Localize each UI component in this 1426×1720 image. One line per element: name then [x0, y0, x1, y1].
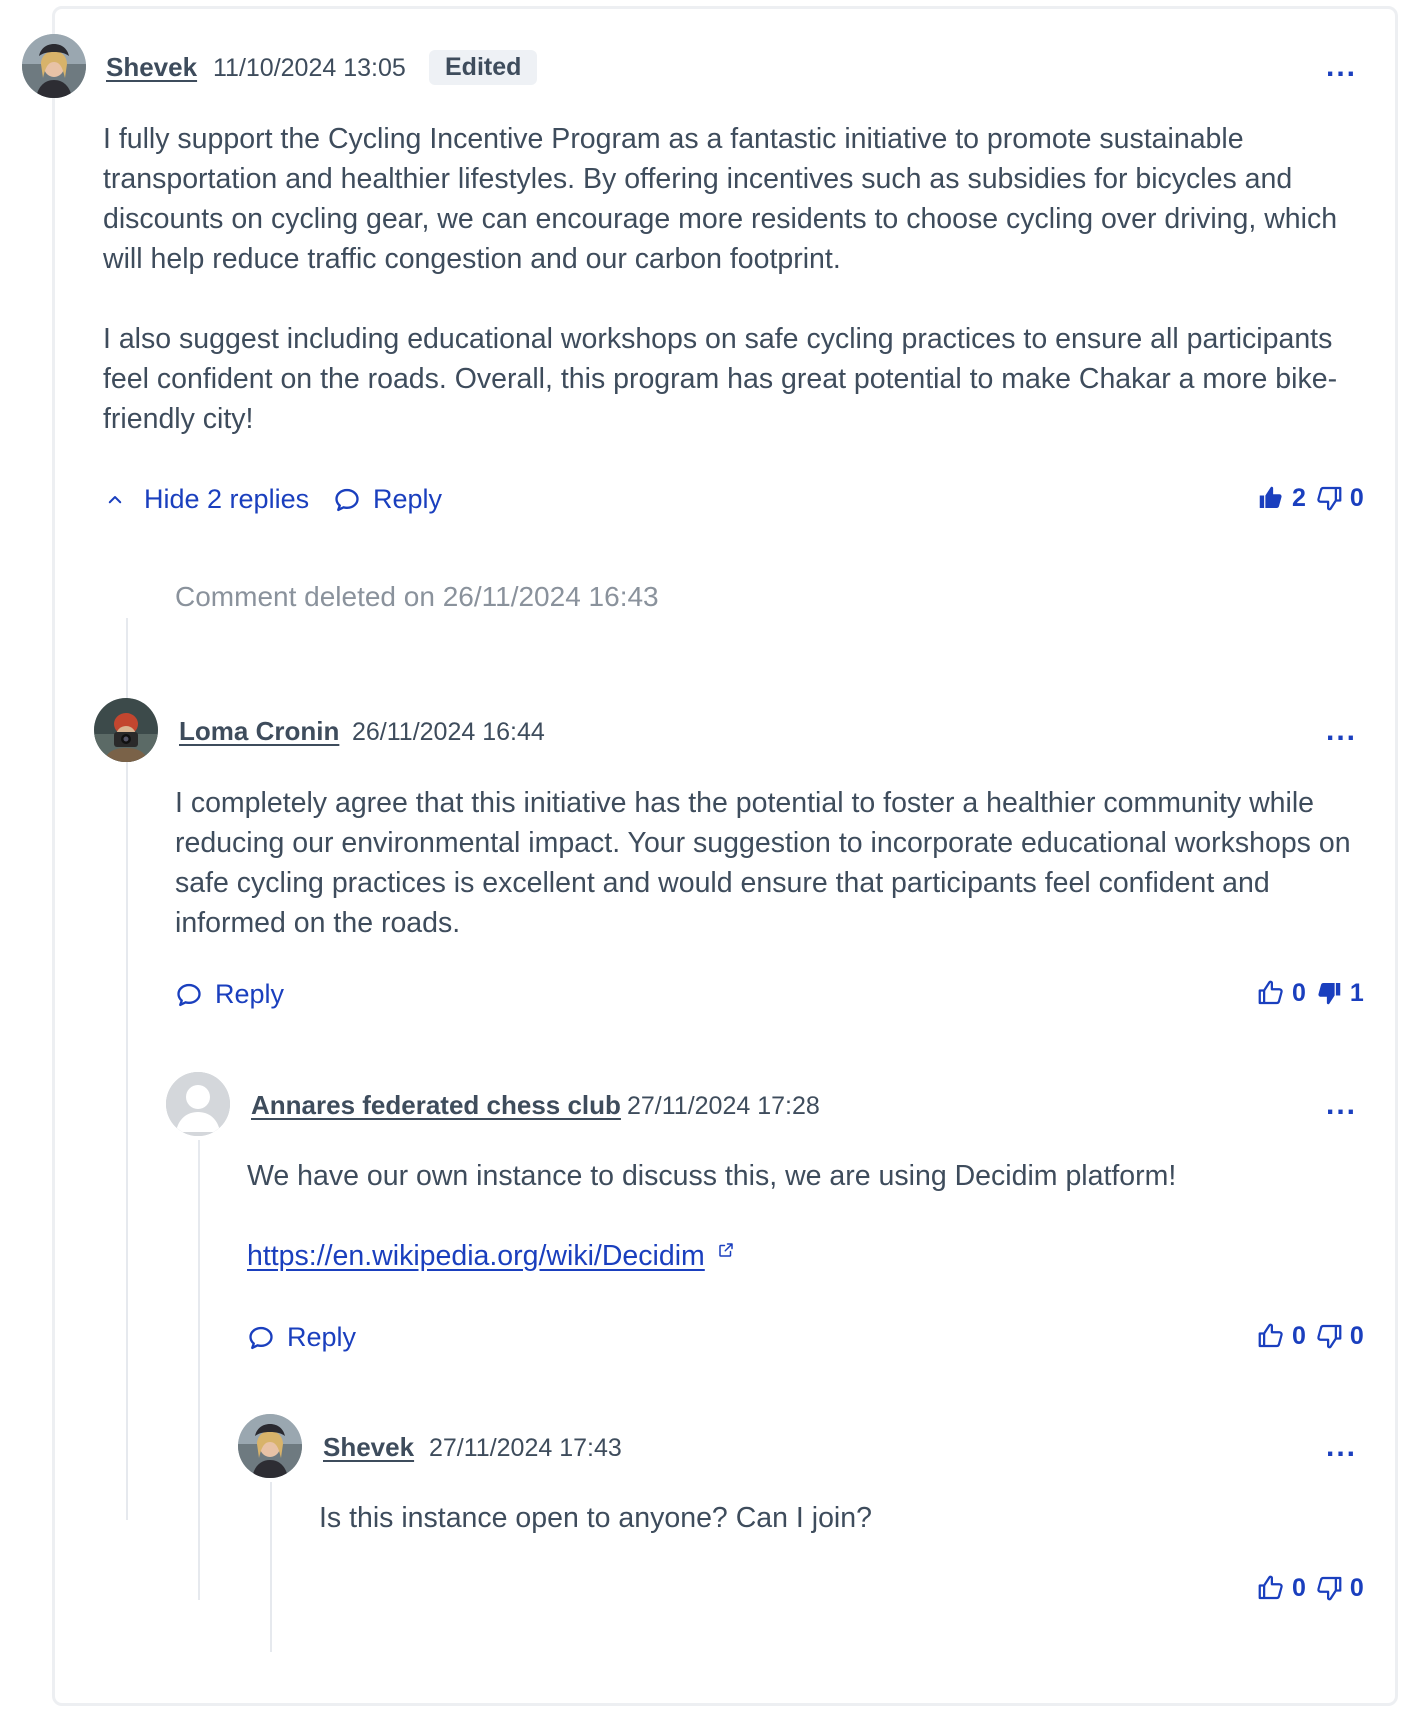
thread-line: [198, 1140, 200, 1600]
chevron-up-icon: [108, 495, 122, 503]
thumb-up-filled-icon[interactable]: [1256, 483, 1286, 513]
thumb-up-icon[interactable]: [1256, 1573, 1286, 1603]
reply-button[interactable]: Reply: [247, 1322, 356, 1353]
thumb-down-filled-icon[interactable]: [1314, 978, 1344, 1008]
avatar[interactable]: [22, 34, 86, 98]
more-options-icon[interactable]: ...: [1326, 714, 1357, 748]
reply-icon: [333, 486, 361, 514]
reply-text: We have our own instance to discuss this…: [247, 1160, 1177, 1192]
reply-icon: [247, 1324, 275, 1352]
upvote-count: 2: [1292, 483, 1306, 512]
reply-text: I completely agree that this initiative …: [175, 787, 1351, 939]
hide-replies-label: Hide 2 replies: [144, 484, 310, 514]
upvote-count: 0: [1292, 978, 1306, 1007]
vote-controls: 0 1: [1256, 978, 1372, 1008]
reply-button[interactable]: Reply: [175, 979, 284, 1010]
thumb-down-icon[interactable]: [1314, 483, 1344, 513]
default-avatar-icon: [166, 1072, 230, 1136]
deleted-comment-notice: Comment deleted on 26/11/2024 16:43: [175, 581, 659, 612]
hide-replies-button[interactable]: Hide 2 replies: [106, 484, 309, 515]
upvote-count: 0: [1292, 1573, 1306, 1602]
reply-author-link[interactable]: Loma Cronin: [179, 716, 339, 747]
downvote-count: 0: [1349, 483, 1364, 512]
reply-text: Is this instance open to anyone? Can I j…: [319, 1502, 872, 1534]
reply-link-paragraph: https://en.wikipedia.org/wiki/Decidim: [247, 1236, 1377, 1276]
reply-label: Reply: [215, 979, 285, 1009]
thumb-up-icon[interactable]: [1256, 1321, 1286, 1351]
vote-controls: 2 0: [1256, 483, 1372, 513]
reply-button[interactable]: Reply: [333, 484, 442, 515]
downvote-count: 1: [1349, 978, 1364, 1007]
external-link-icon: [718, 1243, 733, 1257]
reply-author-link[interactable]: Annares federated chess club: [251, 1090, 621, 1121]
more-options-icon[interactable]: ...: [1326, 50, 1357, 84]
edited-badge: Edited: [429, 50, 538, 85]
comment-paragraph: I also suggest including educational wor…: [103, 323, 1338, 435]
thumb-down-icon[interactable]: [1314, 1321, 1344, 1351]
comment-body: I fully support the Cycling Incentive Pr…: [103, 119, 1373, 439]
reply-icon: [175, 981, 203, 1009]
comment-paragraph: I fully support the Cycling Incentive Pr…: [103, 123, 1338, 275]
avatar-image: [22, 34, 86, 98]
vote-controls: 0 0: [1256, 1573, 1372, 1603]
downvote-count: 0: [1349, 1573, 1364, 1602]
reply-date: 27/11/2024 17:43: [429, 1434, 622, 1462]
thumb-down-icon[interactable]: [1314, 1573, 1344, 1603]
reply-body: We have our own instance to discuss this…: [247, 1156, 1377, 1276]
reply-date: 27/11/2024 17:28: [627, 1092, 820, 1120]
reply-label: Reply: [287, 1322, 357, 1352]
reply-body: I completely agree that this initiative …: [175, 783, 1375, 943]
upvote-count: 0: [1292, 1321, 1306, 1350]
reply-label: Reply: [373, 484, 443, 514]
avatar[interactable]: [166, 1072, 230, 1136]
avatar-image: [238, 1414, 302, 1478]
avatar[interactable]: [238, 1414, 302, 1478]
vote-controls: 0 0: [1256, 1321, 1372, 1351]
thread-line: [270, 1482, 272, 1652]
comment-date: 11/10/2024 13:05: [213, 54, 406, 82]
reply-date: 26/11/2024 16:44: [352, 718, 545, 746]
more-options-icon[interactable]: ...: [1326, 1430, 1357, 1464]
reply-author-link[interactable]: Shevek: [323, 1432, 414, 1463]
avatar-image: [94, 698, 158, 762]
comment-author-link[interactable]: Shevek: [106, 52, 197, 83]
reply-body: Is this instance open to anyone? Can I j…: [319, 1498, 1379, 1538]
downvote-count: 0: [1349, 1321, 1364, 1350]
avatar[interactable]: [94, 698, 158, 762]
more-options-icon[interactable]: ...: [1326, 1088, 1357, 1122]
external-link[interactable]: https://en.wikipedia.org/wiki/Decidim: [247, 1240, 705, 1272]
thumb-up-icon[interactable]: [1256, 978, 1286, 1008]
